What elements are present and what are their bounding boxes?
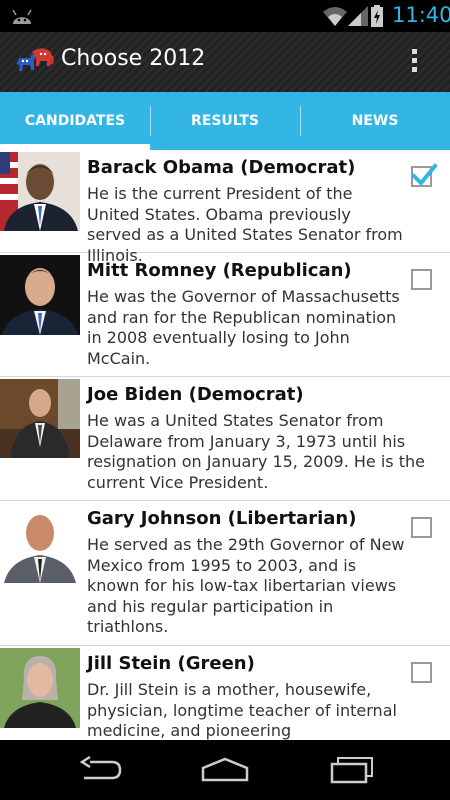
- candidate-name: Joe Biden (Democrat): [87, 384, 304, 405]
- candidate-name: Jill Stein (Green): [87, 653, 255, 674]
- candidate-photo: [0, 648, 80, 728]
- recent-apps-icon[interactable]: [328, 756, 374, 784]
- select-checkbox[interactable]: [411, 662, 432, 683]
- candidate-photo: [0, 503, 80, 583]
- tab-candidates[interactable]: CANDIDATES: [0, 92, 150, 150]
- list-item[interactable]: Barack Obama (Democrat) He is the curren…: [0, 150, 450, 265]
- status-bar: 11:40: [0, 0, 450, 32]
- candidate-name: Gary Johnson (Libertarian): [87, 508, 357, 529]
- list-item[interactable]: Jill Stein (Green) Dr. Jill Stein is a m…: [0, 646, 450, 740]
- candidate-photo: [0, 379, 80, 458]
- wifi-icon: [323, 7, 347, 26]
- candidate-description: Dr. Jill Stein is a mother, housewife, p…: [87, 680, 397, 740]
- list-item[interactable]: Joe Biden (Democrat) He was a United Sta…: [0, 377, 450, 501]
- action-bar: Choose 2012: [0, 32, 450, 92]
- select-checkbox[interactable]: [411, 517, 432, 538]
- tab-label: CANDIDATES: [24, 113, 126, 129]
- home-icon[interactable]: [200, 756, 250, 784]
- overflow-menu-icon[interactable]: [404, 46, 424, 78]
- signal-icon: [348, 6, 368, 26]
- android-icon: [12, 9, 32, 24]
- status-clock: 11:40: [392, 3, 450, 27]
- candidate-list[interactable]: Barack Obama (Democrat) He is the curren…: [0, 150, 450, 740]
- candidate-photo: [0, 255, 80, 335]
- tab-label: NEWS: [351, 113, 399, 129]
- list-item[interactable]: Mitt Romney (Republican) He was the Gove…: [0, 253, 450, 377]
- back-icon[interactable]: [78, 756, 122, 784]
- select-checkbox[interactable]: [411, 163, 437, 187]
- battery-icon: [371, 5, 383, 27]
- list-item[interactable]: Gary Johnson (Libertarian) He served as …: [0, 501, 450, 646]
- tab-results[interactable]: RESULTS: [150, 92, 300, 150]
- candidate-name: Barack Obama (Democrat): [87, 157, 356, 178]
- app-title: Choose 2012: [61, 46, 206, 71]
- tab-bar: CANDIDATES RESULTS NEWS: [0, 92, 450, 150]
- tab-news[interactable]: NEWS: [300, 92, 450, 150]
- democrat-republican-logo-icon[interactable]: [14, 44, 54, 78]
- candidate-name: Mitt Romney (Republican): [87, 260, 352, 281]
- candidate-description: He was a United States Senator from Dela…: [87, 411, 425, 492]
- candidate-description: He was the Governor of Massachusetts and…: [87, 287, 400, 368]
- candidate-description: He served as the 29th Governor of New Me…: [87, 535, 405, 637]
- candidate-photo: [0, 152, 80, 231]
- select-checkbox[interactable]: [411, 269, 432, 290]
- tab-label: RESULTS: [190, 113, 260, 129]
- checkmark-icon: [411, 163, 437, 186]
- navigation-bar: [0, 740, 450, 800]
